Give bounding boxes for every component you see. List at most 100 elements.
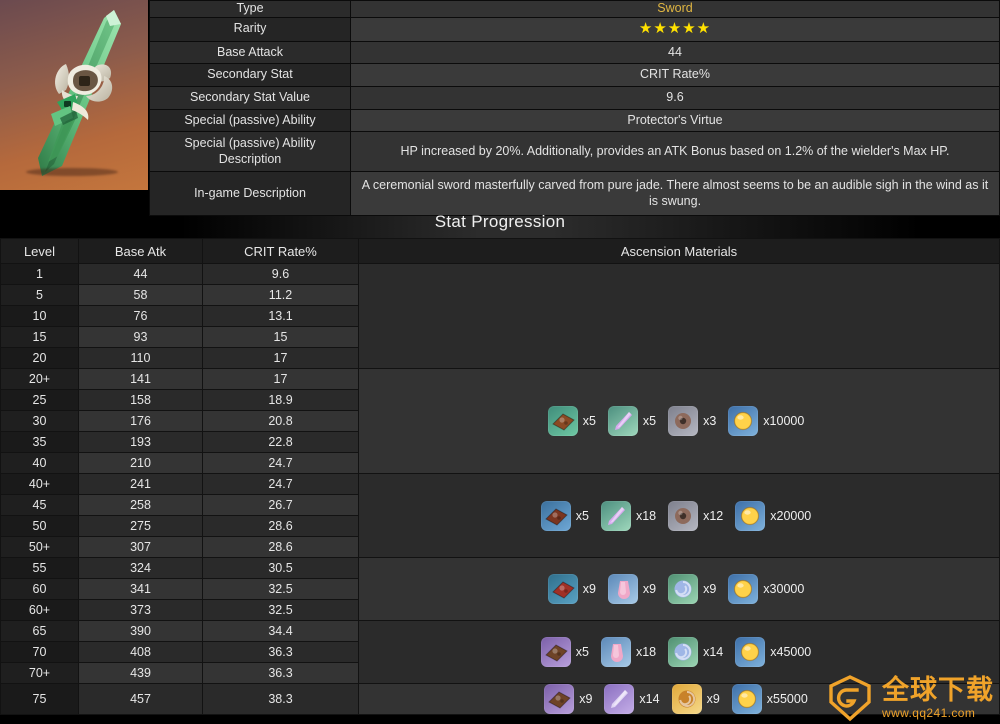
ascension-materials-cell: x9 x9 x9 x30000 [358,557,1000,621]
progression-header-row: Level Base Atk CRIT Rate% Ascension Materia… [0,238,1000,264]
table-row: 55 324 30.5 x9 x9 x9 x30000 [0,557,1000,621]
weapon-info-value: HP increased by 20%. Additionally, provi… [350,131,1000,173]
progression-column-header: Level [0,238,79,264]
material-quantity: x5 [575,645,589,659]
crit-rate-cell: 24.7 [202,473,359,495]
elite-monster-drop-purple-spine-icon [600,500,631,531]
base-atk-cell: 324 [78,557,203,579]
material-item[interactable]: x14 [668,637,729,667]
weapon-info-key: Special (passive) Ability Description [149,131,351,173]
base-atk-cell: 193 [78,431,203,453]
weapon-info-value-text: A ceremonial sword masterfully carved fr… [361,178,989,208]
weapon-info-row: Special (passive) Ability Protector's Vir… [149,108,1000,133]
weapon-info-value: Sword [350,0,1000,18]
weapon-ascension-tablet-blue-icon [540,500,571,531]
progression-body: 1 44 9.6 5 58 11.2 10 76 13.1 15 93 15 20 110 17 20+ 141… [0,263,1000,715]
base-atk-cell: 241 [78,473,203,495]
material-item[interactable]: x5 [540,500,595,531]
weapon-info-value: ★★★★★ [350,16,1000,42]
weapon-info-row: Rarity ★★★★★ [149,16,1000,42]
material-quantity: x14 [703,645,724,659]
ascension-materials-cell: x5 x18 x14 x45000 [358,620,1000,684]
mora-coin-icon [735,637,766,667]
rarity-stars: ★★★★★ [638,19,712,37]
material-list: x5 x18 x14 x45000 [359,637,999,667]
material-item[interactable]: x5 [607,406,662,436]
level-cell: 5 [0,284,79,306]
material-quantity: x5 [642,414,657,428]
sword-illustration [38,10,121,176]
elite-monster-drop-purple-spine-icon [607,406,638,436]
crit-rate-cell: 30.5 [202,557,359,579]
material-quantity: x18 [635,645,657,659]
weapon-ascension-tablet-violet-icon [540,637,571,667]
material-item[interactable]: x3 [668,406,722,436]
material-quantity: x3 [703,414,717,428]
level-cell: 20 [0,347,79,369]
base-atk-cell: 408 [78,641,203,663]
weapon-stats-page: Type Sword Rarity ★★★★★ Base Attack 44 Seconda… [0,0,1000,724]
weapon-info-body: Type Sword Rarity ★★★★★ Base Attack 44 Seconda… [149,0,1000,217]
crit-rate-cell: 13.1 [202,305,359,327]
material-item[interactable]: x9 [671,684,726,714]
material-item[interactable]: x18 [600,637,662,667]
base-atk-cell: 275 [78,515,203,537]
material-quantity: x5 [575,508,589,523]
material-item[interactable]: x18 [600,500,662,531]
crit-rate-cell: 34.4 [202,620,359,642]
material-item[interactable]: x10000 [728,406,810,436]
crit-rate-cell: 15 [202,326,359,348]
ascension-materials-cell: x5 x5 x3 x10000 [358,368,1000,474]
level-cell: 10 [0,305,79,327]
mora-coin-icon [728,406,759,436]
material-item[interactable]: x20000 [735,500,817,531]
material-item[interactable]: x9 [668,574,722,604]
ascension-materials-cell [358,263,1000,369]
elite-monster-drop-pink-sachet-icon [607,574,638,604]
crit-rate-cell: 28.6 [202,515,359,537]
material-item[interactable]: x55000 [731,684,814,714]
weapon-info-key: Secondary Stat [149,63,351,87]
material-item[interactable]: x9 [547,574,602,604]
material-quantity: x9 [706,692,720,706]
material-item[interactable]: x30000 [728,574,810,604]
table-row: 1 44 9.6 [0,263,1000,369]
material-item[interactable]: x45000 [735,637,817,667]
weapon-info-value: 44 [350,40,1000,65]
weapon-info-value-text: Protector's Virtue [627,112,723,127]
weapon-info-key: In-game Description [149,171,351,217]
stat-progression-title: Stat Progression [434,212,566,231]
material-quantity: x9 [579,692,593,706]
crit-rate-cell: 20.8 [202,410,359,432]
progression-column-header: Base Atk [78,238,203,264]
base-atk-cell: 141 [78,368,203,390]
base-atk-cell: 158 [78,389,203,411]
crit-rate-cell: 26.7 [202,494,359,516]
ascension-materials-cell: x9 x14 x9 x55000 [358,683,1000,715]
material-item[interactable]: x5 [547,406,602,436]
material-item[interactable]: x9 [544,684,598,714]
progression-column-header: Ascension Materials [358,238,1000,264]
weapon-info-value-text: CRIT Rate% [640,67,710,82]
weapon-info-key: Rarity [149,16,351,42]
weapon-ascension-tablet-red-icon [547,574,578,604]
crit-rate-cell: 9.6 [202,263,359,285]
material-quantity: x55000 [766,692,808,706]
weapon-overview-section: Type Sword Rarity ★★★★★ Base Attack 44 Seconda… [0,0,1000,217]
base-atk-cell: 439 [78,662,203,684]
material-item[interactable]: x9 [607,574,662,604]
weapon-info-value-text: Sword [657,1,693,15]
table-row: 40+ 241 24.7 x5 x18 x12 x20000 [0,473,1000,558]
level-cell: 35 [0,431,79,453]
weapon-info-value-text: 44 [668,44,682,59]
material-item[interactable]: x5 [540,637,595,667]
material-item[interactable]: x12 [668,500,729,531]
material-item[interactable]: x14 [604,684,665,714]
level-cell: 30 [0,410,79,432]
weapon-ascension-tablet-green-icon [547,406,578,436]
level-cell: 65 [0,620,79,642]
weapon-info-row: Secondary Stat Value 9.6 [149,85,1000,110]
common-drop-brown-nectar-icon [668,406,699,436]
crit-rate-cell: 36.3 [202,641,359,663]
weapon-info-value: CRIT Rate% [350,63,1000,87]
